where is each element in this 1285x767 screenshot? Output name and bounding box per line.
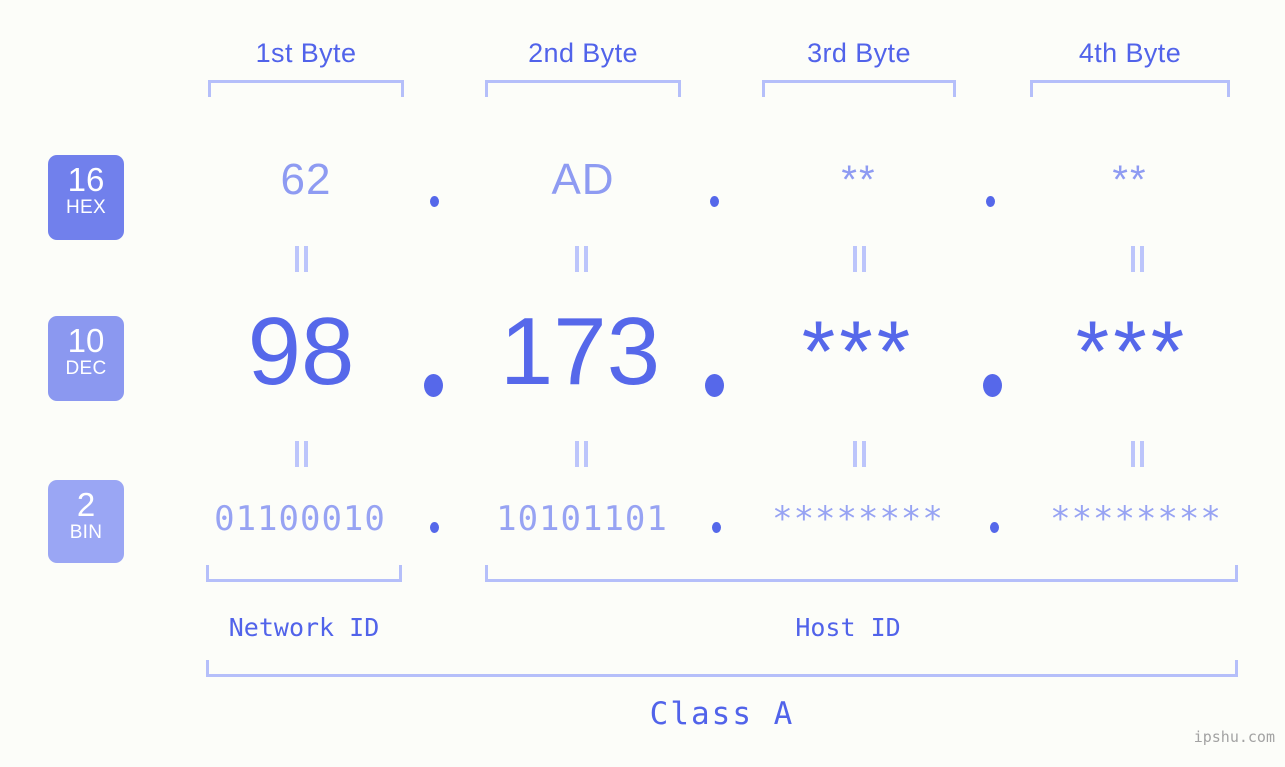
radix-badge-hex-number: 16 bbox=[67, 161, 105, 198]
bin-byte-1: 01100010 bbox=[214, 499, 386, 539]
equals-separator-hex-dec-4 bbox=[1128, 246, 1146, 272]
ip-address-breakdown-diagram: 1st Byte 2nd Byte 3rd Byte 4th Byte 16 H… bbox=[0, 0, 1285, 767]
equals-separator-dec-bin-1 bbox=[292, 441, 310, 467]
radix-badge-dec: 10 DEC bbox=[48, 316, 124, 401]
equals-separator-dec-bin-3 bbox=[850, 441, 868, 467]
byte-header-4: 4th Byte bbox=[1078, 38, 1182, 68]
bin-byte-3: ******** bbox=[772, 499, 944, 539]
host-id-bracket bbox=[485, 565, 1238, 582]
radix-badge-bin-name: BIN bbox=[69, 522, 103, 543]
radix-badge-hex: 16 HEX bbox=[48, 155, 124, 240]
byte-bracket-2 bbox=[485, 80, 681, 97]
bin-dot-2 bbox=[712, 522, 721, 533]
class-label: Class A bbox=[649, 696, 795, 732]
hex-byte-3: ** bbox=[841, 158, 877, 202]
equals-separator-dec-bin-4 bbox=[1128, 441, 1146, 467]
equals-separator-hex-dec-3 bbox=[850, 246, 868, 272]
byte-header-3: 3rd Byte bbox=[807, 38, 911, 68]
byte-bracket-4 bbox=[1030, 80, 1230, 97]
byte-header-1: 1st Byte bbox=[255, 38, 357, 68]
hex-dot-3 bbox=[986, 196, 995, 207]
dec-dot-3 bbox=[983, 374, 1002, 397]
hex-byte-2: AD bbox=[551, 155, 615, 204]
bin-byte-2: 10101101 bbox=[496, 499, 668, 539]
equals-separator-hex-dec-2 bbox=[572, 246, 590, 272]
bin-dot-1 bbox=[430, 522, 439, 533]
dec-byte-3: *** bbox=[801, 304, 915, 400]
hex-dot-2 bbox=[710, 196, 719, 207]
bin-dot-3 bbox=[990, 522, 999, 533]
byte-bracket-1 bbox=[208, 80, 404, 97]
radix-badge-bin: 2 BIN bbox=[48, 480, 124, 563]
hex-byte-4: ** bbox=[1112, 158, 1148, 202]
radix-badge-bin-number: 2 bbox=[76, 486, 96, 523]
equals-separator-dec-bin-2 bbox=[572, 441, 590, 467]
dec-byte-1: 98 bbox=[247, 298, 355, 405]
network-id-label: Network ID bbox=[228, 613, 380, 642]
dec-byte-4: *** bbox=[1075, 304, 1189, 400]
network-id-bracket bbox=[206, 565, 402, 582]
host-id-label: Host ID bbox=[795, 613, 901, 642]
radix-badge-dec-name: DEC bbox=[65, 358, 107, 379]
radix-badge-hex-name: HEX bbox=[66, 197, 106, 218]
byte-bracket-3 bbox=[762, 80, 956, 97]
hex-byte-1: 62 bbox=[280, 155, 332, 204]
equals-separator-hex-dec-1 bbox=[292, 246, 310, 272]
class-bracket bbox=[206, 660, 1238, 677]
dec-byte-2: 173 bbox=[499, 298, 661, 405]
byte-header-2: 2nd Byte bbox=[528, 38, 638, 68]
watermark: ipshu.com bbox=[1193, 728, 1275, 746]
dec-dot-1 bbox=[424, 374, 443, 397]
dec-dot-2 bbox=[705, 374, 724, 397]
hex-dot-1 bbox=[430, 196, 439, 207]
bin-byte-4: ******** bbox=[1050, 499, 1222, 539]
radix-badge-dec-number: 10 bbox=[67, 322, 105, 359]
